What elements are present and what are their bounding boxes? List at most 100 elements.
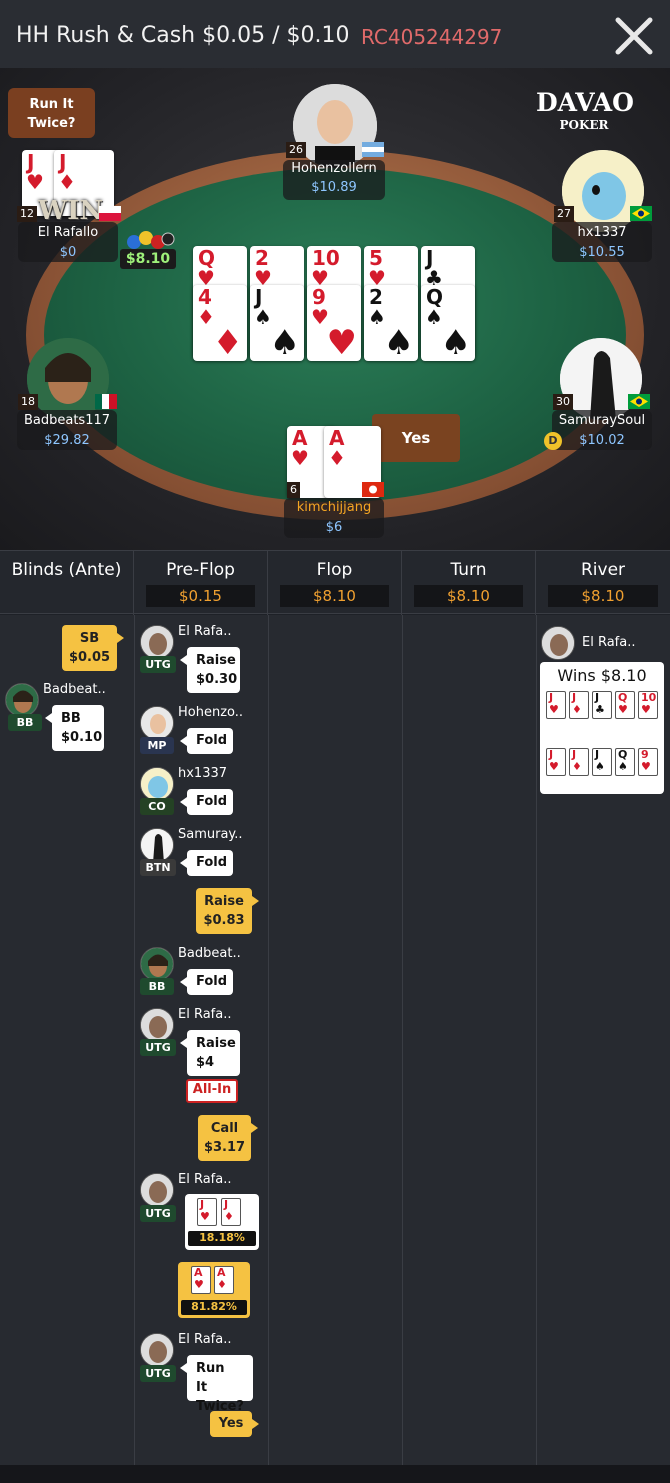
street-label: Pre-Flop (166, 560, 235, 580)
action-bubble: Fold (180, 789, 233, 815)
mini-card: J ♥ (546, 748, 566, 776)
player-name: Samuray.. (178, 827, 243, 842)
avatar (140, 625, 174, 659)
player-name-top: Hohenzollern (291, 161, 377, 176)
street-pot: $0.15 (146, 585, 255, 607)
player-name: El Rafa.. (582, 635, 636, 650)
player-name-top-right: hx1337 (577, 225, 627, 240)
position-badge: MP (140, 737, 174, 754)
hand-id: RC405244297 (361, 25, 503, 49)
street-blinds: Blinds (Ante) (0, 551, 134, 615)
mini-card: Q ♥ (615, 691, 635, 719)
position-badge: BB (8, 714, 42, 731)
street-river: River $8.10 (536, 551, 670, 615)
argentina-flag-icon (362, 142, 384, 157)
mini-card: J ♥ (197, 1198, 217, 1226)
mini-card: A ♦ (214, 1266, 234, 1294)
position-badge: BTN (140, 859, 176, 876)
mini-card: J ♠ (592, 748, 612, 776)
player-name-mid-right: SamuraySoul (558, 413, 646, 428)
level-badge: 26 (286, 142, 306, 158)
dealer-button: D (544, 432, 562, 450)
action-bubble: Fold (180, 969, 233, 995)
player-name: Badbeat.. (43, 682, 106, 697)
street-preflop: Pre-Flop $0.15 (134, 551, 268, 615)
hong-kong-flag-icon (362, 482, 384, 497)
player-stack-mid-right: $10.02 (579, 433, 625, 448)
run-it-twice-bubble: Run It Twice? (8, 88, 95, 138)
hero-action-bubble: Raise $0.83 (196, 888, 259, 934)
mini-card: 9 ♥ (638, 748, 658, 776)
player-stack-top-left: $0 (59, 245, 77, 260)
level-badge: 27 (554, 206, 574, 222)
player-name-mid-left: Badbeats117 (23, 413, 111, 428)
player-stack-mid-left: $29.82 (44, 433, 90, 448)
sb-bubble: SB $0.05 (62, 625, 124, 671)
board-card-run2-3: 9 ♥ ♥ (307, 285, 361, 361)
mini-card: J ♥ (546, 691, 566, 719)
level-badge: 12 (17, 206, 37, 222)
mini-card: J ♣ (592, 691, 612, 719)
action-bubble: Run It Twice? (180, 1355, 253, 1414)
logo-main-text: DAVAO (536, 88, 634, 117)
bottom-bar (0, 1465, 670, 1483)
avatar (541, 626, 575, 660)
board-card-run2-4: 2 ♠ ♠ (364, 285, 418, 361)
player-name: hx1337 (178, 766, 228, 781)
street-label: Blinds (Ante) (11, 560, 122, 580)
level-badge: 18 (18, 394, 38, 410)
close-icon[interactable] (610, 12, 658, 60)
position-badge: UTG (140, 1039, 176, 1056)
showdown-bubble: J ♥ J ♦ 18.18% (185, 1194, 259, 1250)
mini-card: A ♥ (191, 1266, 211, 1294)
position-badge: UTG (140, 1365, 176, 1382)
position-badge: CO (140, 798, 174, 815)
column-divider (268, 615, 269, 1465)
player-name: El Rafa.. (178, 1332, 232, 1347)
avatar (140, 1173, 174, 1207)
player-name: El Rafa.. (178, 624, 232, 639)
avatar (140, 828, 174, 862)
pot-amount: $8.10 (120, 249, 176, 269)
mini-card: 10 ♥ (638, 691, 658, 719)
player-name: Badbeat.. (178, 946, 241, 961)
action-bubble: Fold (180, 850, 233, 876)
street-label: Turn (450, 560, 487, 580)
level-badge: 30 (553, 394, 573, 410)
street-label: Flop (316, 560, 353, 580)
hand-title: HH Rush & Cash $0.05 / $0.10 (16, 23, 350, 48)
hero-action-bubble: Call $3.17 (198, 1115, 258, 1161)
header-bar: HH Rush & Cash $0.05 / $0.10 RC405244297 (0, 0, 670, 68)
mexico-flag-icon (95, 394, 117, 409)
avatar (140, 947, 174, 981)
river-result-box: Wins $8.10 J ♥ J ♦ J ♣ Q ♥ 10 ♥ J ♥ J ♦ J ♠ Q ♠ 9… (540, 662, 664, 794)
column-divider (134, 615, 135, 1465)
mini-card: J ♦ (569, 748, 589, 776)
board-card-run2-2: J ♠ ♠ (250, 285, 304, 361)
player-name: El Rafa.. (178, 1007, 232, 1022)
position-badge: UTG (140, 656, 176, 673)
avatar (140, 1008, 174, 1042)
street-pot: $8.10 (414, 585, 523, 607)
logo-sub-text: POKER (559, 118, 609, 132)
davao-poker-logo: DAVAO POKER (536, 88, 634, 136)
avatar (5, 683, 39, 717)
hero-showdown-bubble: A ♥ A ♦ 81.82% (178, 1262, 250, 1318)
level-badge: 6 (287, 482, 300, 498)
street-label: River (580, 560, 626, 580)
mini-card: J ♦ (569, 691, 589, 719)
position-badge: UTG (140, 1205, 176, 1222)
yes-button[interactable]: Yes (372, 414, 460, 462)
player-name: Hohenzo.. (178, 705, 244, 720)
equity-percent: 18.18% (188, 1231, 256, 1246)
avatar (140, 706, 174, 740)
player-stack-hero: $6 (325, 520, 343, 535)
poker-table-view: DAVAO POKER Run It Twice? 26 Hohenzoller… (0, 68, 670, 550)
equity-percent: 81.82% (181, 1300, 247, 1315)
column-divider (536, 615, 537, 1465)
mini-card: J ♦ (221, 1198, 241, 1226)
poland-flag-icon (99, 206, 121, 221)
chip-stack-icon (124, 230, 176, 250)
player-stack-top: $10.89 (311, 180, 357, 195)
player-stack-top-right: $10.55 (579, 245, 625, 260)
